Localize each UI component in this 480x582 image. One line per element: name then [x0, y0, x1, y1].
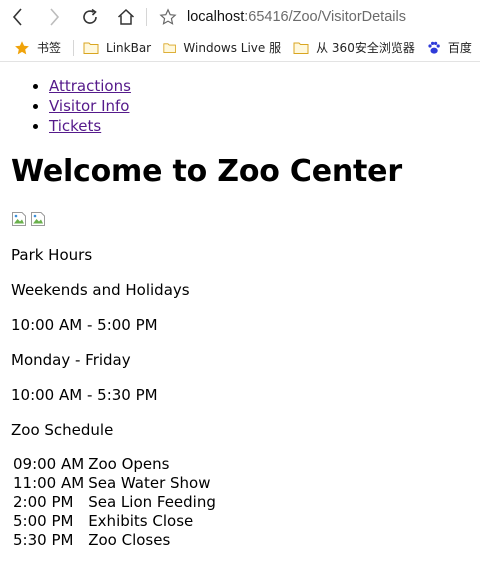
broken-image-icon: [11, 211, 27, 227]
bookmark-item-linkbar[interactable]: LinkBar: [83, 34, 152, 61]
table-row: 09:00 AM Zoo Opens: [13, 456, 216, 473]
table-row: 2:00 PM Sea Lion Feeding: [13, 494, 216, 511]
schedule-event: Sea Lion Feeding: [88, 493, 216, 511]
bookmark-item-windows-live[interactable]: Windows Live 服: [163, 34, 282, 61]
toolbar-divider: [146, 8, 147, 26]
folder-icon: [163, 42, 176, 53]
star-outline-icon: [159, 8, 177, 25]
star-icon: [15, 40, 29, 54]
address-bar[interactable]: localhost:65416/Zoo/VisitorDetails: [187, 9, 406, 25]
weekday-label: Monday - Friday: [11, 351, 131, 369]
reload-button[interactable]: [72, 0, 108, 34]
bookmark-label: 从 360安全浏览器: [316, 41, 415, 55]
schedule-time: 11:00 AM: [13, 474, 85, 492]
broken-image-icon: [30, 211, 46, 227]
schedule-event: Sea Water Show: [88, 474, 211, 492]
nav-item-tickets: Tickets: [49, 116, 480, 136]
schedule-event: Exhibits Close: [88, 512, 194, 530]
nav-link-attractions[interactable]: Attractions: [49, 77, 131, 95]
forward-arrow-icon: [50, 8, 60, 26]
folder-icon: [83, 42, 99, 54]
table-row: 5:00 PM Exhibits Close: [13, 513, 216, 530]
bookmark-label: LinkBar: [106, 40, 152, 55]
bookmark-label: 书签: [37, 41, 62, 55]
site-nav: Attractions Visitor Info Tickets: [11, 76, 480, 136]
browser-toolbar: localhost:65416/Zoo/VisitorDetails: [0, 0, 480, 34]
page-title: Welcome to Zoo Center: [11, 154, 402, 189]
bookmark-page-button[interactable]: [153, 0, 183, 34]
park-hours-heading: Park Hours: [11, 246, 93, 264]
weekend-hours: 10:00 AM - 5:00 PM: [11, 316, 158, 334]
folder-icon: [293, 42, 309, 54]
schedule-event: Zoo Opens: [88, 455, 170, 473]
home-icon: [117, 8, 135, 25]
page-content: Attractions Visitor Info Tickets Welcome…: [0, 76, 480, 551]
weekend-label: Weekends and Holidays: [11, 281, 190, 299]
home-button[interactable]: [108, 0, 144, 34]
reload-icon: [83, 8, 97, 24]
schedule-heading: Zoo Schedule: [11, 421, 114, 439]
bookmark-item-360[interactable]: 从 360安全浏览器: [293, 34, 415, 61]
bookmark-label: Windows Live 服: [183, 41, 282, 55]
schedule-time: 2:00 PM: [13, 493, 74, 511]
schedule-time: 5:30 PM: [13, 531, 74, 549]
back-arrow-icon: [12, 8, 22, 26]
forward-button[interactable]: [36, 0, 72, 34]
url-path: :65416/Zoo/VisitorDetails: [244, 9, 406, 25]
schedule-table: 09:00 AM Zoo Opens 11:00 AM Sea Water Sh…: [11, 454, 218, 551]
bookmark-item-bookmarks[interactable]: 书签: [14, 34, 62, 61]
schedule-event: Zoo Closes: [88, 531, 171, 549]
bookmark-item-baidu[interactable]: 百度: [427, 34, 472, 61]
url-host: localhost: [187, 9, 245, 25]
back-button[interactable]: [0, 0, 36, 34]
table-row: 11:00 AM Sea Water Show: [13, 475, 216, 492]
baidu-paw-icon: [428, 41, 440, 54]
nav-link-tickets[interactable]: Tickets: [49, 117, 101, 135]
nav-item-visitor-info: Visitor Info: [49, 96, 480, 116]
bookmark-divider: [73, 39, 75, 56]
schedule-time: 5:00 PM: [13, 512, 74, 530]
bookmarks-bar: 书签 LinkBar Windows Live 服 从 360安全浏览器 百度: [0, 34, 480, 62]
nav-item-attractions: Attractions: [49, 76, 480, 96]
schedule-time: 09:00 AM: [13, 455, 85, 473]
nav-link-visitor-info[interactable]: Visitor Info: [49, 97, 129, 115]
image-row: [11, 211, 480, 227]
weekday-hours: 10:00 AM - 5:30 PM: [11, 386, 158, 404]
table-row: 5:30 PM Zoo Closes: [13, 532, 216, 549]
bookmark-label: 百度: [447, 41, 472, 55]
